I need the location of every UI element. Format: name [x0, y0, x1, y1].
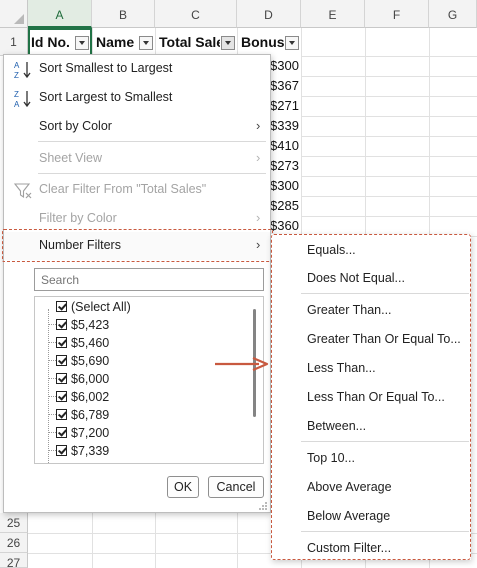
- value-checkbox[interactable]: $6,002: [54, 388, 254, 406]
- select-all-checkbox[interactable]: (Select All): [54, 298, 254, 316]
- clear-filter-label: Clear Filter From "Total Sales": [39, 182, 207, 196]
- sort-by-color-label: Sort by Color: [39, 119, 112, 133]
- clear-filter-item: Clear Filter From "Total Sales": [4, 176, 270, 204]
- submenu-arrow-icon: ›: [256, 118, 261, 133]
- filter-dropdown-bonus-button[interactable]: [285, 36, 299, 50]
- checkbox-icon: [56, 373, 67, 384]
- column-header-b[interactable]: B: [92, 0, 155, 28]
- sort-descending-item[interactable]: Z A Sort Largest to Smallest: [4, 84, 270, 112]
- filter-search-input[interactable]: [34, 268, 264, 291]
- filter-by-color-label: Filter by Color: [39, 211, 117, 225]
- sheet-view-item: Sheet View ›: [4, 145, 270, 173]
- submenu-highlight: [271, 234, 471, 560]
- value-checkbox[interactable]: $6,000: [54, 370, 254, 388]
- value-checkbox[interactable]: $6,789: [54, 406, 254, 424]
- submenu-arrow-icon: ›: [256, 150, 261, 165]
- svg-text:Z: Z: [14, 90, 19, 99]
- select-all-corner[interactable]: [0, 0, 28, 28]
- value-checkbox[interactable]: $5,460: [54, 334, 254, 352]
- number-filters-highlight: [2, 229, 273, 262]
- filter-values-list[interactable]: (Select All) $5,423 $5,460 $5,690 $6,000…: [34, 296, 264, 464]
- header-cell-total-sales[interactable]: Total Sales: [156, 28, 220, 56]
- bonus-cell[interactable]: $300: [270, 176, 301, 196]
- column-header-g[interactable]: G: [429, 0, 477, 28]
- checkbox-icon: [56, 445, 67, 456]
- column-header-f[interactable]: F: [365, 0, 429, 28]
- sort-descending-icon: Z A: [14, 90, 31, 109]
- sort-descending-label: Sort Largest to Smallest: [39, 90, 173, 104]
- checkbox-icon: [56, 319, 67, 330]
- row-header-1[interactable]: 1: [0, 28, 28, 56]
- filter-dropdown-id-button[interactable]: [75, 36, 89, 50]
- cancel-button[interactable]: Cancel: [208, 476, 264, 498]
- row-header-26[interactable]: 26: [0, 533, 28, 553]
- sort-by-color-item[interactable]: Sort by Color ›: [4, 113, 270, 141]
- checkbox-icon: [56, 301, 67, 312]
- sheet-view-label: Sheet View: [39, 151, 103, 165]
- resize-grip-icon[interactable]: [258, 501, 268, 511]
- row-header-27[interactable]: 27: [0, 553, 28, 568]
- number-filters-submenu: Equals... Does Not Equal... Greater Than…: [271, 234, 471, 560]
- arrow-pointer-icon: [215, 356, 269, 372]
- filter-dropdown-total-sales-button[interactable]: [221, 36, 235, 50]
- bonus-cell[interactable]: $360: [270, 216, 301, 236]
- clear-filter-icon: [13, 183, 32, 199]
- autofilter-menu: A Z Sort Smallest to Largest Z A Sort La…: [2, 54, 273, 513]
- column-header-d[interactable]: D: [237, 0, 301, 28]
- bonus-cell[interactable]: $339: [270, 116, 301, 136]
- bonus-cell[interactable]: $300: [270, 56, 301, 76]
- svg-text:A: A: [14, 100, 20, 109]
- bonus-cell[interactable]: $410: [270, 136, 301, 156]
- checkbox-icon: [56, 409, 67, 420]
- column-header-c[interactable]: C: [155, 0, 237, 28]
- filter-dropdown-name-button[interactable]: [139, 36, 153, 50]
- sort-ascending-label: Sort Smallest to Largest: [39, 61, 173, 75]
- header-cell-bonus[interactable]: Bonus: [238, 28, 285, 56]
- sort-ascending-icon: A Z: [14, 61, 31, 80]
- row-header-25[interactable]: 25: [0, 513, 28, 533]
- checkbox-icon: [56, 427, 67, 438]
- checkbox-icon: [56, 355, 67, 366]
- bonus-cell[interactable]: $273: [270, 156, 301, 176]
- value-checkbox[interactable]: $7,339: [54, 442, 254, 460]
- submenu-arrow-icon: ›: [256, 210, 261, 225]
- sort-ascending-item[interactable]: A Z Sort Smallest to Largest: [4, 55, 270, 83]
- checkbox-icon: [56, 391, 67, 402]
- bonus-cell[interactable]: $271: [270, 96, 301, 116]
- bonus-cell[interactable]: $285: [270, 196, 301, 216]
- column-header-e[interactable]: E: [301, 0, 365, 28]
- ok-button[interactable]: OK: [167, 476, 199, 498]
- bonus-cell[interactable]: $367: [270, 76, 301, 96]
- svg-text:A: A: [14, 61, 20, 70]
- column-header-a[interactable]: A: [28, 0, 92, 28]
- checkbox-icon: [56, 337, 67, 348]
- svg-text:Z: Z: [14, 71, 19, 80]
- value-checkbox[interactable]: $5,423: [54, 316, 254, 334]
- value-checkbox[interactable]: $7,200: [54, 424, 254, 442]
